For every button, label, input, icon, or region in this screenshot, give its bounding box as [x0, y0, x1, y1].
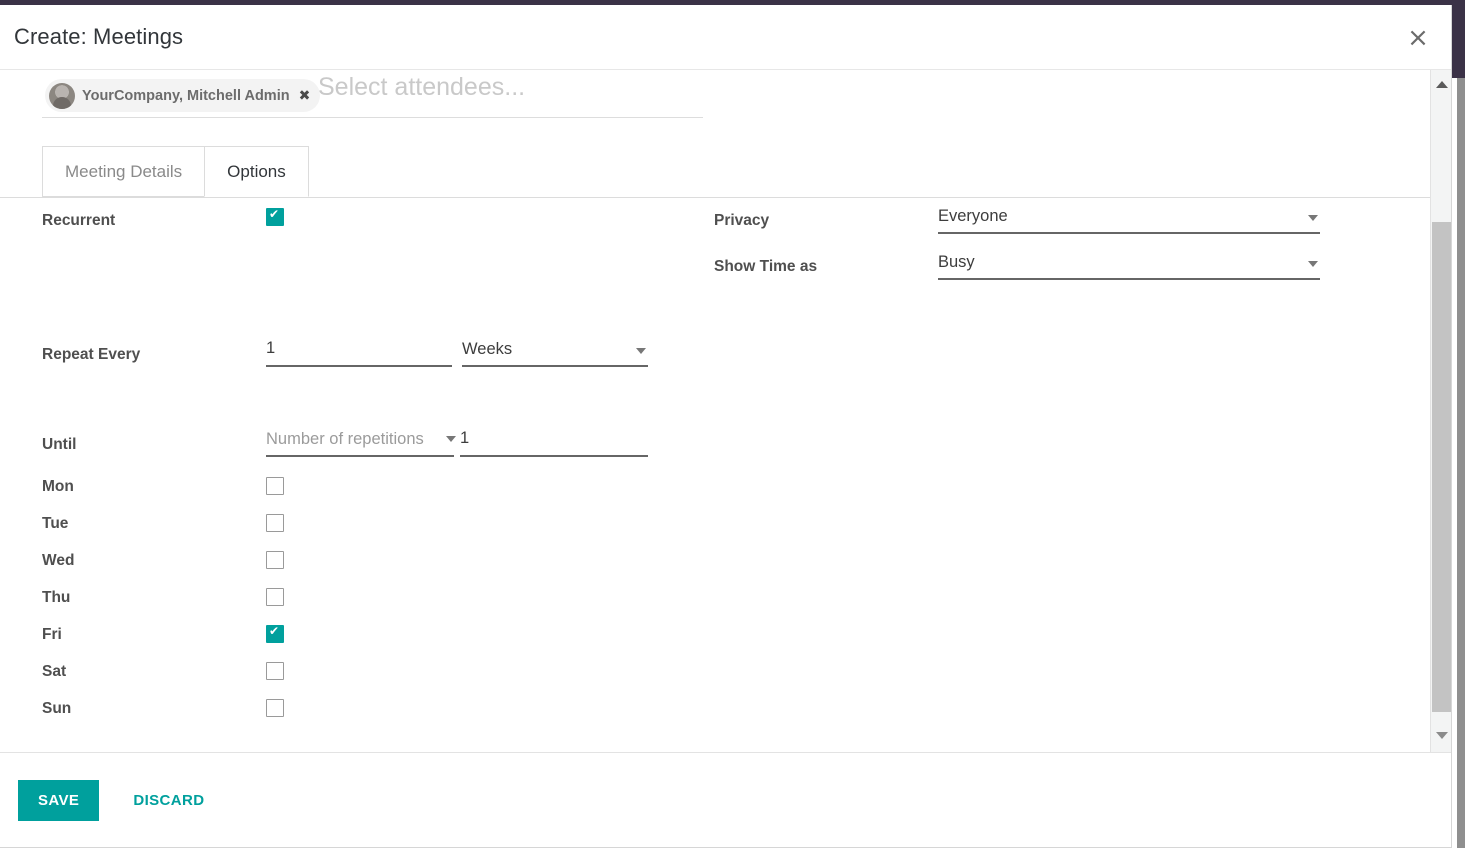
remove-attendee-icon[interactable]: ✖: [299, 89, 311, 103]
weekday-row-mon: Mon: [0, 476, 700, 513]
weekday-label-mon: Mon: [42, 476, 74, 498]
dialog-header: Create: Meetings ×: [0, 5, 1451, 70]
weekday-label-thu: Thu: [42, 587, 70, 609]
attendee-chip-label: YourCompany, Mitchell Admin: [82, 88, 290, 104]
chevron-down-icon: [1308, 261, 1318, 267]
weekday-row-sat: Sat: [0, 661, 700, 698]
privacy-value: Everyone: [938, 204, 1320, 228]
weekday-checkbox-wed[interactable]: [266, 551, 284, 569]
weekday-row-tue: Tue: [0, 513, 700, 550]
dialog-title: Create: Meetings: [0, 24, 183, 50]
weekday-label-sun: Sun: [42, 698, 71, 720]
attendees-placeholder[interactable]: Select attendees...: [318, 73, 525, 102]
chevron-down-icon: [1308, 215, 1318, 221]
dialog-footer: SAVE DISCARD: [0, 752, 1451, 847]
weekday-checkbox-sun[interactable]: [266, 699, 284, 717]
attendees-row: YourCompany, Mitchell Admin ✖ Select att…: [0, 70, 1451, 122]
weekday-checkbox-tue[interactable]: [266, 514, 284, 532]
dialog-body: YourCompany, Mitchell Admin ✖ Select att…: [0, 70, 1451, 752]
form-column-right: Privacy Everyone Show Time as Busy: [700, 199, 1400, 289]
field-privacy: Privacy Everyone: [700, 199, 1400, 244]
avatar: [49, 83, 75, 109]
show-time-as-value: Busy: [938, 250, 1320, 274]
create-meetings-dialog: Create: Meetings × YourCompany, Mitchell…: [0, 5, 1452, 848]
field-show-time-as: Show Time as Busy: [700, 244, 1400, 289]
weekday-label-tue: Tue: [42, 513, 68, 535]
until-mode-select[interactable]: Number of repetitions: [266, 427, 454, 457]
privacy-label: Privacy: [714, 207, 769, 235]
weekday-label-wed: Wed: [42, 550, 74, 572]
scroll-down-icon[interactable]: [1431, 725, 1451, 746]
page-scrollbar-gutter-top: [1457, 0, 1465, 78]
weekday-checkbox-fri[interactable]: [266, 625, 284, 643]
show-time-as-label: Show Time as: [714, 253, 817, 281]
weekday-checkbox-sat[interactable]: [266, 662, 284, 680]
until-label: Until: [42, 431, 76, 459]
scroll-up-icon[interactable]: [1431, 74, 1451, 95]
show-time-as-select[interactable]: Busy: [938, 250, 1320, 280]
privacy-select[interactable]: Everyone: [938, 204, 1320, 234]
weekday-checkbox-mon[interactable]: [266, 477, 284, 495]
dialog-body-scrollbar[interactable]: [1430, 70, 1451, 752]
until-mode-value: Number of repetitions: [266, 427, 452, 451]
page-scrollbar-gutter[interactable]: [1457, 0, 1465, 848]
attendee-chip[interactable]: YourCompany, Mitchell Admin ✖: [45, 79, 320, 112]
recurrent-checkbox[interactable]: [266, 208, 284, 226]
weekday-row-fri: Fri: [0, 624, 700, 661]
scrollbar-thumb[interactable]: [1432, 222, 1451, 712]
form-column-left: Recurrent Repeat Every Weeks: [0, 199, 700, 360]
weekday-row-wed: Wed: [0, 550, 700, 587]
weekday-row-sun: Sun: [0, 698, 700, 735]
discard-button[interactable]: DISCARD: [123, 780, 214, 821]
close-icon[interactable]: ×: [1403, 23, 1433, 53]
weekday-label-fri: Fri: [42, 624, 62, 646]
chevron-down-icon: [446, 436, 456, 442]
field-repeat-every: Repeat Every Weeks: [0, 266, 700, 313]
weekday-label-sat: Sat: [42, 661, 66, 683]
field-until: Until Number of repetitions: [0, 313, 700, 360]
weekday-checkbox-thu[interactable]: [266, 588, 284, 606]
until-count-input[interactable]: [460, 427, 648, 457]
save-button[interactable]: SAVE: [18, 780, 99, 821]
tab-meeting-details[interactable]: Meeting Details: [42, 146, 205, 197]
recurrent-label: Recurrent: [42, 207, 115, 235]
tab-bar: Meeting Details Options: [0, 146, 1451, 198]
field-recurrent: Recurrent: [0, 199, 700, 266]
tab-options[interactable]: Options: [204, 146, 309, 197]
weekday-row-thu: Thu: [0, 587, 700, 624]
